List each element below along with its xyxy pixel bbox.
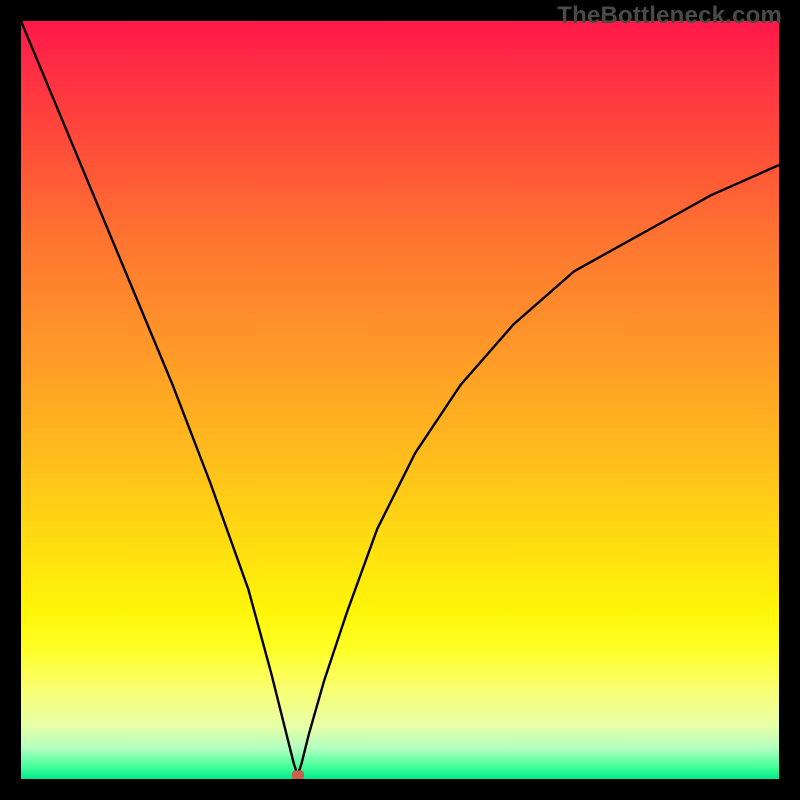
chart-frame: TheBottleneck.com	[0, 0, 800, 800]
curve-path	[21, 21, 779, 775]
watermark-text: TheBottleneck.com	[557, 2, 782, 30]
bottleneck-curve	[21, 21, 779, 779]
minimum-marker	[292, 771, 304, 779]
plot-area	[21, 21, 779, 779]
